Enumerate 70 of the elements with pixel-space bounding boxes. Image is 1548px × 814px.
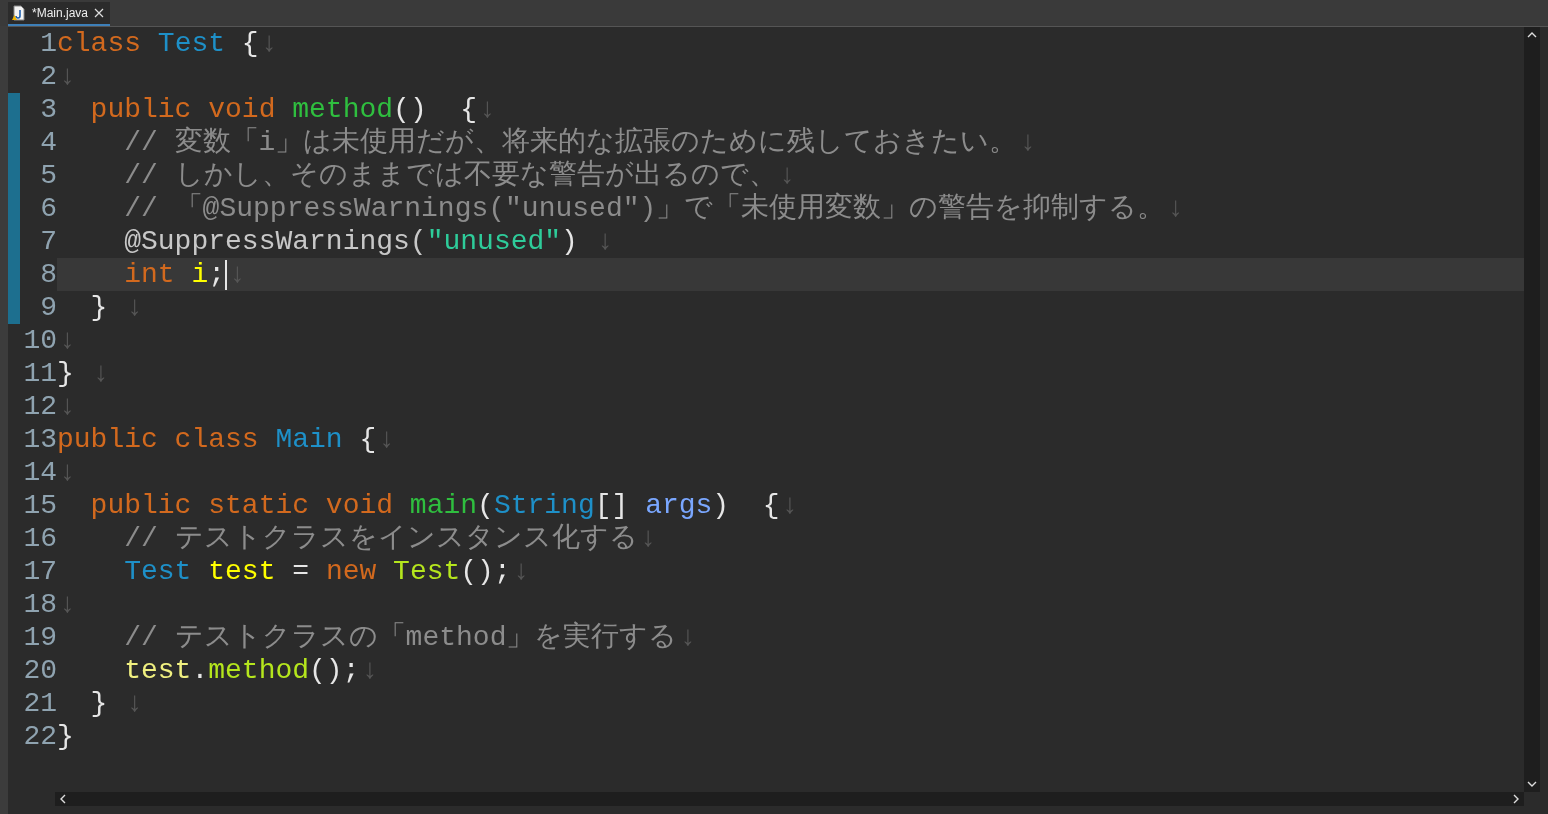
line-number: 22: [22, 720, 57, 753]
line-number: 17: [22, 555, 57, 588]
editor-tab[interactable]: *Main.java: [8, 2, 111, 26]
code-line: int i;: [123, 258, 226, 291]
line-end-mark: ↓: [125, 687, 144, 720]
line-number: 12: [22, 390, 57, 423]
line-number: 14: [22, 456, 57, 489]
code-line: // 変数「i」は未使用だが、将来的な拡張のために残しておきたい。: [123, 126, 1018, 159]
code-line: }: [57, 357, 75, 390]
line-end-mark: ↓: [377, 423, 396, 456]
code-line: @SuppressWarnings("unused"): [123, 225, 579, 258]
code-line: // テストクラスの「method」を実行する: [123, 621, 678, 654]
line-end-mark: ↓: [58, 390, 76, 423]
line-number: 10: [22, 324, 57, 357]
code-line: }: [89, 291, 109, 324]
line-end-mark: ↓: [511, 555, 530, 588]
line-number: 5: [39, 159, 57, 192]
line-end-mark: ↓: [1166, 192, 1185, 225]
scroll-left-icon[interactable]: [59, 794, 67, 804]
line-number: 3: [39, 93, 57, 126]
code-line: public void method() {: [89, 93, 478, 126]
line-end-mark: ↓: [638, 522, 657, 555]
line-end-mark: ↓: [360, 654, 379, 687]
line-end-mark: ↓: [777, 159, 796, 192]
scroll-right-icon[interactable]: [1512, 794, 1520, 804]
line-end-mark: ↓: [595, 225, 614, 258]
code-line: public static void main(String[] args) {: [89, 489, 780, 522]
line-number: 8: [39, 258, 57, 291]
line-number: 9: [39, 291, 57, 324]
code-line: // 「@SuppressWarnings("unused")」で「未使用変数」の警告を抑制する。: [123, 192, 1166, 225]
line-end-mark: ↓: [259, 27, 278, 60]
line-end-mark: ↓: [228, 258, 246, 291]
line-end-mark: ↓: [58, 60, 76, 93]
line-end-mark: ↓: [678, 621, 697, 654]
horizontal-scrollbar[interactable]: [55, 792, 1524, 806]
line-number: 20: [22, 654, 57, 687]
line-number: 19: [22, 621, 57, 654]
line-end-mark: ↓: [125, 291, 144, 324]
line-end-mark: ↓: [1018, 126, 1037, 159]
line-end-mark: ↓: [58, 588, 76, 621]
line-number: 11: [22, 357, 57, 390]
line-end-mark: ↓: [780, 489, 799, 522]
code-line: Test test = new Test();: [123, 555, 511, 588]
code-line: test.method();: [123, 654, 360, 687]
line-number: 13: [22, 423, 57, 456]
line-number: 15: [22, 489, 57, 522]
code-line: }: [57, 720, 74, 753]
close-icon[interactable]: [94, 8, 105, 18]
line-number: 18: [22, 588, 57, 621]
code-line: }: [89, 687, 109, 720]
code-line: public class Main {: [57, 423, 377, 456]
code-line: // テストクラスをインスタンス化する: [123, 522, 638, 555]
vertical-scrollbar[interactable]: [1524, 27, 1540, 792]
line-number: 6: [39, 192, 57, 225]
java-file-icon: [12, 5, 26, 21]
line-end-mark: ↓: [91, 357, 110, 390]
line-number: 4: [39, 126, 57, 159]
line-number: 1: [39, 27, 57, 60]
code-line: class Test {: [57, 27, 259, 60]
line-end-mark: ↓: [478, 93, 496, 126]
line-end-mark: ↓: [58, 324, 76, 357]
scroll-down-icon[interactable]: [1527, 780, 1537, 788]
line-number: 7: [39, 225, 57, 258]
line-end-mark: ↓: [58, 456, 76, 489]
line-number: 2: [39, 60, 57, 93]
line-number: 16: [22, 522, 57, 555]
text-cursor: [225, 259, 228, 290]
scroll-up-icon[interactable]: [1527, 31, 1537, 39]
line-number: 21: [22, 687, 57, 720]
code-line: // しかし、そのままでは不要な警告が出るので、: [123, 159, 777, 192]
